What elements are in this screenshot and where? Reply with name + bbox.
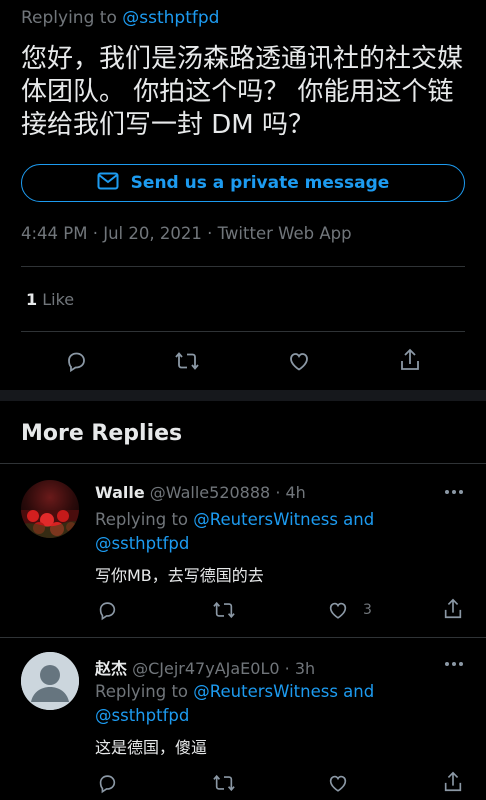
retweet-icon [212,772,236,794]
like-icon [327,772,349,794]
likes-number: 1 [26,290,38,309]
retweet-button[interactable] [212,599,236,621]
reply-author-line: Walle @Walle520888 · 4h [95,483,306,502]
reply-icon [96,599,118,621]
reply-action-bar: 3 [0,595,486,627]
reply-button[interactable] [64,349,88,373]
reply-replying-to: Replying to @ReutersWitness and @ssthptf… [95,508,395,556]
more-replies-heading: More Replies [21,421,183,446]
more-options-button[interactable] [444,654,464,678]
replying-handle-link[interactable]: @ssthptfpd [122,8,219,28]
more-options-button[interactable] [444,482,464,506]
like-button[interactable]: 3 [327,599,372,621]
divider [0,463,486,464]
like-button[interactable] [327,772,363,794]
divider [21,331,465,332]
retweet-button[interactable] [174,349,200,373]
retweet-icon [212,599,236,621]
reply-button[interactable] [96,599,118,621]
share-button[interactable] [442,597,464,621]
more-icon [444,487,464,506]
reply-replying-to: Replying to @ReutersWitness and @ssthptf… [95,680,395,728]
divider [0,637,486,638]
reply-text: 写你MB，去写德国的去 [95,566,264,585]
reply-author-handle[interactable]: @Walle520888 [150,483,270,502]
default-avatar-icon [21,652,79,710]
share-button[interactable] [398,347,422,373]
reply-icon [96,772,118,794]
replying-prefix: Replying to [95,682,194,701]
reply-author-handle[interactable]: @CJejr47yAJaE0L0 [132,659,279,678]
likes-label: Like [37,290,75,309]
replying-to-line: Replying to @ssthptfpd [21,8,219,28]
like-icon [327,599,349,621]
share-button[interactable] [442,770,464,794]
reply-author-name[interactable]: 赵杰 [95,659,127,678]
share-icon [398,347,422,373]
mail-icon [97,172,119,194]
send-private-message-label: Send us a private message [130,173,390,193]
divider [21,266,465,267]
reply-time: · 3h [284,659,316,678]
share-icon [442,770,464,794]
replying-prefix: Replying to [95,510,194,529]
section-separator [0,390,486,401]
replying-prefix: Replying to [21,8,123,28]
like-count: 3 [363,602,372,618]
flower-avatar-image [21,480,79,538]
reply-button[interactable] [96,772,118,794]
like-icon [287,349,311,373]
retweet-icon [174,349,200,373]
avatar[interactable] [21,652,79,710]
tweet-timestamp: 4:44 PM · Jul 20, 2021 · Twitter Web App [21,224,352,243]
more-icon [444,659,464,678]
reply-text: 这是德国，傻逼 [95,738,208,757]
send-private-message-button[interactable]: Send us a private message [21,164,465,202]
reply-icon [64,349,88,373]
tweet-text: 您好，我们是汤森路透通讯社的社交媒体团队。 你拍这个吗？ 你能用这个链接给我们写… [21,44,464,140]
reply-author-name[interactable]: Walle [95,483,145,502]
tweet-action-bar [0,345,486,377]
reply-author-line: 赵杰 @CJejr47yAJaE0L0 · 3h [95,655,315,679]
avatar[interactable] [21,480,79,538]
like-button[interactable] [287,349,311,373]
likes-count[interactable]: 1 Like [26,290,74,309]
retweet-button[interactable] [212,772,236,794]
share-icon [442,597,464,621]
reply-action-bar [0,768,486,800]
reply-time: · 4h [275,483,306,502]
